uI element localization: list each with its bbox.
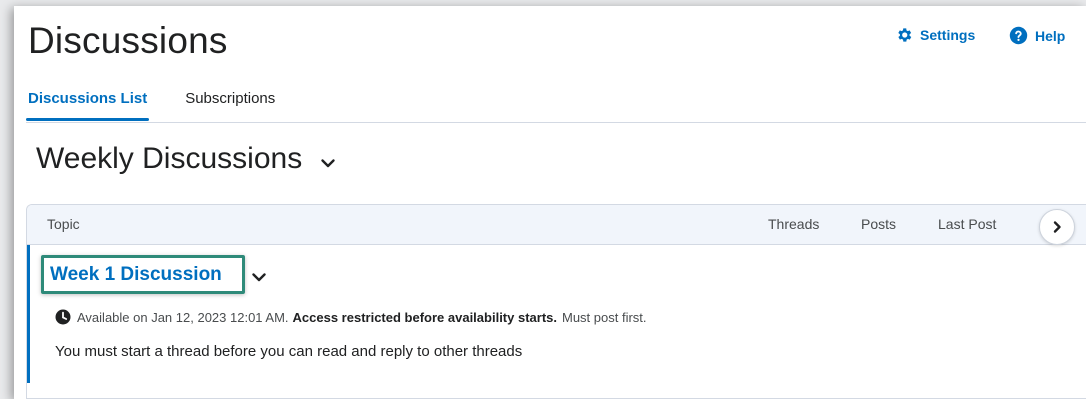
post-requirement: Must post first. bbox=[562, 309, 647, 325]
settings-link[interactable]: Settings bbox=[895, 26, 975, 44]
help-label: Help bbox=[1035, 27, 1066, 44]
availability-date: Available on Jan 12, 2023 12:01 AM. bbox=[77, 309, 289, 325]
column-header-posts: Posts bbox=[861, 216, 897, 232]
topic-link-highlight[interactable]: Week 1 Discussion bbox=[41, 255, 245, 294]
forum-heading[interactable]: Weekly Discussions bbox=[36, 142, 336, 176]
chevron-down-icon[interactable] bbox=[251, 271, 267, 283]
settings-label: Settings bbox=[920, 27, 976, 43]
gear-icon bbox=[898, 28, 912, 42]
forum-title: Weekly Discussions bbox=[36, 142, 303, 175]
topic-title-link[interactable]: Week 1 Discussion bbox=[50, 264, 222, 286]
access-restriction: Access restricted before availability st… bbox=[292, 309, 557, 325]
chevron-right-icon bbox=[1053, 221, 1061, 233]
discussions-page: Discussions Settings Help Discussions Li… bbox=[14, 6, 1086, 399]
tab-bar: Discussions List Subscriptions bbox=[26, 88, 311, 122]
table-row: Week 1 Discussion Available on Jan 12, 2… bbox=[27, 245, 1086, 383]
page-title: Discussions bbox=[28, 20, 228, 61]
chevron-down-icon[interactable] bbox=[320, 157, 336, 169]
scroll-right-button[interactable] bbox=[1039, 209, 1075, 245]
tab-subscriptions[interactable]: Subscriptions bbox=[183, 88, 277, 122]
topic-description: You must start a thread before you can r… bbox=[55, 343, 523, 360]
column-header-topic: Topic bbox=[47, 216, 80, 232]
topics-table: Topic Threads Posts Last Post Week 1 Dis… bbox=[26, 204, 1086, 399]
question-circle-icon bbox=[1009, 26, 1028, 45]
tab-divider bbox=[26, 122, 1086, 123]
table-header: Topic Threads Posts Last Post bbox=[27, 205, 1086, 245]
help-link[interactable]: Help bbox=[1009, 26, 1065, 45]
clock-icon bbox=[55, 309, 71, 325]
availability-info: Available on Jan 12, 2023 12:01 AM. Acce… bbox=[55, 309, 647, 325]
tab-discussions-list[interactable]: Discussions List bbox=[26, 88, 150, 122]
row-accent-bar bbox=[27, 245, 30, 383]
column-header-last-post: Last Post bbox=[938, 216, 997, 232]
column-header-threads: Threads bbox=[768, 216, 820, 232]
